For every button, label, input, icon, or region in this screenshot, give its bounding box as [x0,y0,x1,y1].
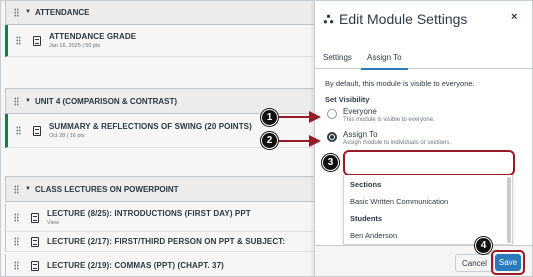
module-item-meta: Oct 28 | 16 pts [49,133,85,139]
drag-handle-icon[interactable] [14,213,19,222]
module-item[interactable]: LECTURE (2/19): COMMAS (PPT) (CHAPT. 37) [5,254,314,276]
annotation-marker-4: 4 [475,237,492,254]
tab-settings[interactable]: Settings [323,53,352,62]
page-icon [31,236,39,247]
cancel-button[interactable]: Cancel [455,254,494,272]
visibility-description: By default, this module is visible to ev… [325,79,475,88]
annotation-marker-2: 2 [261,132,278,149]
drag-handle-icon[interactable] [14,261,19,270]
caret-down-icon[interactable]: ▼ [25,98,31,104]
set-visibility-heading: Set Visibility [325,95,370,104]
module-item-title[interactable]: LECTURE (2/19): COMMAS (PPT) (CHAPT. 37) [47,261,224,270]
students-heading: Students [350,214,383,223]
tray-header: Edit Module Settings [323,11,467,27]
radio-assign-to[interactable]: Assign To Assign module to individuals o… [327,130,451,146]
edit-module-settings-tray: Edit Module Settings × Settings Assign T… [314,1,532,276]
radio-button[interactable] [327,132,337,142]
radio-description: This module is visible to everyone. [343,117,435,123]
module-item[interactable]: LECTURE (8/25): INTRODUCTIONS (FIRST DAY… [5,204,314,232]
module-item-title[interactable]: SUMMARY & REFLECTIONS OF SWING (20 POINT… [49,122,252,131]
module-item-meta: View [47,220,59,226]
section-option[interactable]: Basic Written Communication [350,197,448,206]
assignment-icon [33,125,41,136]
canvas-window: ▼ ATTENDANCE ATTENDANCE GRADE Jan 16, 20… [0,0,533,277]
module-settings-icon [323,14,334,23]
radio-button[interactable] [327,109,337,119]
tray-footer: Cancel Save [315,245,532,276]
module-header-attendance[interactable]: ▼ ATTENDANCE [5,1,314,25]
module-item-meta: Jan 16, 2025 | 50 pts [49,43,101,49]
drag-handle-icon[interactable] [16,126,21,135]
caret-down-icon[interactable]: ▼ [25,186,31,192]
drag-handle-icon[interactable] [14,7,19,17]
page-icon [31,212,39,223]
radio-label[interactable]: Assign To [343,130,451,139]
module-item[interactable]: ATTENDANCE GRADE Jan 16, 2025 | 50 pts [5,25,314,57]
module-header-label: ATTENDANCE [34,7,90,17]
close-icon[interactable]: × [511,11,517,23]
radio-description: Assign module to individuals or sections… [343,140,452,146]
radio-label[interactable]: Everyone [343,107,435,116]
dropdown-scrollbar[interactable] [507,177,511,243]
save-highlight: Save [491,250,525,275]
tab-assign-to[interactable]: Assign To [361,53,408,70]
assignment-icon [33,35,41,46]
drag-handle-icon[interactable] [14,184,19,194]
drag-handle-icon[interactable] [14,96,19,106]
tray-title: Edit Module Settings [339,11,468,27]
module-item[interactable]: LECTURE (2/17): FIRST/THIRD PERSON ON PP… [5,232,314,252]
annotation-marker-1: 1 [261,109,278,126]
module-header-label: UNIT 4 (COMPARISON & CONTRAST) [34,96,178,106]
drag-handle-icon[interactable] [14,237,19,246]
module-item-title[interactable]: LECTURE (2/17): FIRST/THIRD PERSON ON PP… [47,237,285,246]
page-icon [31,260,39,271]
assignee-dropdown: Sections Basic Written Communication Stu… [343,175,513,245]
annotation-marker-3: 3 [322,154,339,171]
module-item-title[interactable]: ATTENDANCE GRADE [49,32,136,41]
module-header-label: CLASS LECTURES ON POWERPOINT [34,184,179,194]
tab-bar: Settings Assign To [315,45,532,70]
module-item-title[interactable]: LECTURE (8/25): INTRODUCTIONS (FIRST DAY… [47,209,251,218]
radio-everyone[interactable]: Everyone This module is visible to every… [327,107,435,123]
save-button[interactable]: Save [495,254,521,271]
student-option[interactable]: Ben Anderson [350,231,397,240]
sections-heading: Sections [350,180,382,189]
caret-down-icon[interactable]: ▼ [25,9,31,15]
module-header-lectures[interactable]: ▼ CLASS LECTURES ON POWERPOINT [5,176,314,202]
assign-to-input[interactable] [343,150,515,176]
drag-handle-icon[interactable] [16,36,21,45]
